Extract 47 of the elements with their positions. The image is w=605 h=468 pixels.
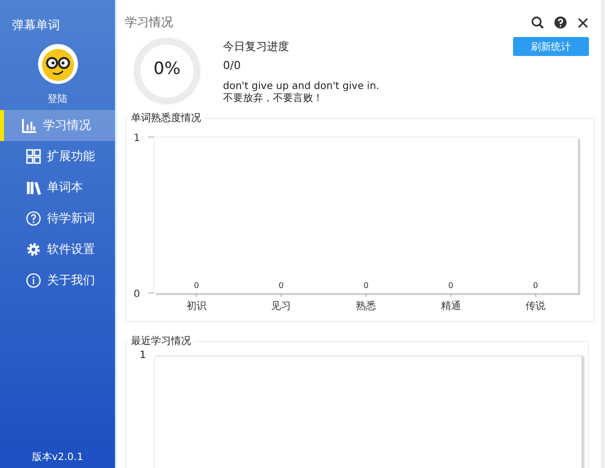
nav-item[interactable]: 关于我们 bbox=[0, 265, 115, 296]
nav-item[interactable]: 学习情况 bbox=[0, 110, 115, 141]
refresh-button[interactable]: 刷新统计 bbox=[513, 37, 589, 56]
nav-item[interactable]: 软件设置 bbox=[0, 234, 115, 265]
nav-label: 扩展功能 bbox=[47, 148, 95, 165]
x-tick-label: 精通 bbox=[440, 301, 461, 312]
bar-value-label: 0 bbox=[278, 281, 284, 290]
app-title: 弹幕单词 bbox=[11, 17, 61, 34]
bar-value-label: 0 bbox=[448, 281, 454, 290]
nav-item[interactable]: 单词本 bbox=[0, 172, 115, 203]
motto-english: don't give up and don't give in. bbox=[223, 81, 380, 92]
progress-percent: 0% bbox=[152, 59, 182, 79]
panel-title: 最近学习情况 bbox=[130, 334, 192, 348]
nav-label: 单词本 bbox=[47, 179, 83, 196]
nav-label: 待学新词 bbox=[47, 210, 95, 227]
grid-icon bbox=[26, 149, 41, 164]
bar-chart-icon bbox=[22, 118, 37, 133]
bar-value-label: 0 bbox=[533, 281, 538, 290]
help-icon[interactable] bbox=[554, 16, 567, 29]
motto-chinese: 不要放弃，不要言败！ bbox=[223, 93, 324, 105]
y-tick-label: 1 bbox=[138, 350, 146, 361]
y-tick-label: 1 bbox=[134, 133, 140, 144]
bar-value-label: 0 bbox=[363, 281, 369, 290]
help-circle-icon bbox=[26, 211, 41, 226]
nav-label: 关于我们 bbox=[47, 272, 95, 289]
nav-item[interactable]: 扩展功能 bbox=[0, 141, 115, 172]
nav-label: 学习情况 bbox=[43, 117, 91, 134]
search-icon[interactable] bbox=[531, 16, 544, 29]
x-tick-label: 见习 bbox=[271, 301, 292, 312]
progress-count: 0/0 bbox=[223, 59, 242, 72]
page-title: 学习情况 bbox=[125, 14, 173, 31]
info-icon bbox=[26, 273, 41, 288]
progress-heading: 今日复习进度 bbox=[223, 39, 290, 54]
x-tick-label: 熟悉 bbox=[356, 301, 376, 312]
panel-title: 单词熟悉度情况 bbox=[130, 112, 202, 125]
avatar-icon[interactable] bbox=[38, 44, 78, 84]
books-icon bbox=[26, 180, 41, 195]
nav-item[interactable]: 待学新词 bbox=[0, 203, 115, 234]
settings-icon bbox=[26, 242, 41, 257]
login-link[interactable]: 登陆 bbox=[0, 92, 115, 106]
bar-value-label: 0 bbox=[194, 281, 199, 290]
version-label: 版本v2.0.1 bbox=[30, 450, 84, 465]
nav-label: 软件设置 bbox=[47, 241, 95, 258]
x-tick-label: 初识 bbox=[186, 301, 206, 312]
x-tick-label: 传说 bbox=[526, 301, 546, 312]
close-icon[interactable] bbox=[577, 16, 589, 28]
y-tick-label: 0 bbox=[134, 289, 140, 300]
